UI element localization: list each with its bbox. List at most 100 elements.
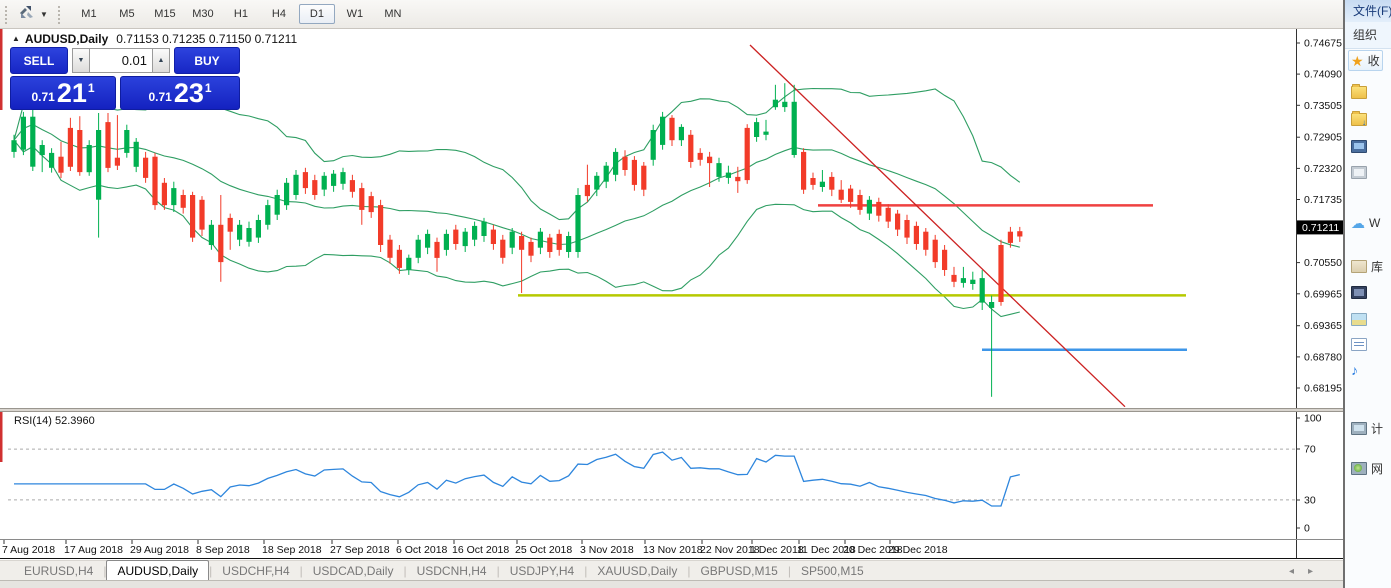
chart-tab-audusd-daily[interactable]: AUDUSD,Daily xyxy=(106,560,209,581)
explorer-file-menu[interactable]: 文件(F) xyxy=(1345,0,1391,22)
chart-tab-usdcnh-h4[interactable]: USDCNH,H4 xyxy=(407,562,497,580)
pictures-icon xyxy=(1351,313,1367,326)
folder-icon xyxy=(1351,86,1367,99)
buy-price-box[interactable]: 0.71 23 1 xyxy=(120,76,240,110)
timeframe-toolbar: M1M5M15M30H1H4D1W1MN xyxy=(70,4,412,24)
timeframe-button-mn[interactable]: MN xyxy=(375,4,411,24)
price-axis-label: 0.71735 xyxy=(1304,194,1342,206)
buy-price-point: 1 xyxy=(205,81,212,95)
chart-symbol-label: AUDUSD,Daily xyxy=(25,32,108,46)
price-axis-label: 0.69965 xyxy=(1304,288,1342,300)
explorer-item-folder-download[interactable] xyxy=(1351,113,1371,126)
date-axis-label: 6 Oct 2018 xyxy=(396,544,448,556)
timeframe-button-m1[interactable]: M1 xyxy=(71,4,107,24)
buy-price-prefix: 0.71 xyxy=(148,90,171,104)
tab-scroll-right-icon[interactable]: ▸ xyxy=(1308,566,1327,577)
explorer-item-document[interactable] xyxy=(1351,338,1371,351)
price-axis-label: 0.74090 xyxy=(1304,69,1342,81)
explorer-item-network[interactable]: 网 xyxy=(1351,460,1383,477)
chart-title: ▲AUDUSD,Daily0.71153 0.71235 0.71150 0.7… xyxy=(12,32,297,46)
timeframe-button-h1[interactable]: H1 xyxy=(223,4,259,24)
buy-button[interactable]: BUY xyxy=(174,47,240,74)
price-axis-label: 0.68195 xyxy=(1304,383,1342,395)
explorer-item-label: 网 xyxy=(1371,460,1383,477)
tab-scroll-left-icon[interactable]: ◂ xyxy=(1289,566,1308,577)
date-axis-label: 29 Aug 2018 xyxy=(130,544,189,556)
timeframe-button-h4[interactable]: H4 xyxy=(261,4,297,24)
status-strip xyxy=(0,580,1391,588)
explorer-item-video[interactable] xyxy=(1351,286,1371,299)
chart-arrange-button[interactable]: ▼ xyxy=(11,1,53,28)
mt4-terminal: { "toolbar": { "tool_icon": "chart-arran… xyxy=(0,0,1391,588)
star-icon: ★ xyxy=(1351,54,1364,68)
sell-price-box[interactable]: 0.71 21 1 xyxy=(10,76,116,110)
rsi-value: 52.3960 xyxy=(55,415,95,427)
rsi-axis-label: 70 xyxy=(1304,444,1316,456)
explorer-item-cloud[interactable]: ☁W xyxy=(1351,216,1380,230)
chart-tab-gbpusd-m15[interactable]: GBPUSD,M15 xyxy=(690,562,787,580)
rsi-axis-label: 100 xyxy=(1304,413,1322,425)
explorer-item-music[interactable]: ♪ xyxy=(1351,363,1362,377)
chart-tab-usdjpy-h4[interactable]: USDJPY,H4 xyxy=(500,562,584,580)
chart-tab-bar: EURUSD,H4|AUDUSD,Daily|USDCHF,H4|USDCAD,… xyxy=(0,560,1391,581)
price-axis-label: 0.72320 xyxy=(1304,163,1342,175)
price-axis-label: 0.69365 xyxy=(1304,320,1342,332)
timeframe-button-d1[interactable]: D1 xyxy=(299,4,335,24)
timeframe-button-m30[interactable]: M30 xyxy=(185,4,221,24)
explorer-item-recent-places[interactable] xyxy=(1351,166,1371,179)
candles-layer xyxy=(11,83,1022,397)
volume-decrease-button[interactable]: ▼ xyxy=(72,48,90,73)
collapse-icon[interactable]: ▲ xyxy=(12,34,20,43)
library-icon xyxy=(1351,260,1367,273)
explorer-item-desktop[interactable] xyxy=(1351,140,1371,153)
chart-tab-eurusd-h4[interactable]: EURUSD,H4 xyxy=(14,562,103,580)
sell-button[interactable]: SELL xyxy=(10,47,68,74)
volume-increase-button[interactable]: ▲ xyxy=(152,48,170,73)
explorer-window-edge: 文件(F) 组织 ★收 ☁W 库 ♪ 计网 xyxy=(1343,0,1391,588)
rsi-line xyxy=(14,452,1020,506)
date-axis-label: 17 Aug 2018 xyxy=(64,544,123,556)
price-axis-label: 0.70550 xyxy=(1304,257,1342,269)
explorer-item-label: 库 xyxy=(1371,258,1383,275)
explorer-item-library[interactable]: 库 xyxy=(1351,258,1383,275)
date-axis-label: 7 Aug 2018 xyxy=(2,544,55,556)
rsi-axis-label: 0 xyxy=(1304,523,1310,535)
date-axis-label: 16 Oct 2018 xyxy=(452,544,509,556)
explorer-item-pictures[interactable] xyxy=(1351,313,1371,326)
volume-input[interactable] xyxy=(90,48,152,73)
date-axis-label: 1 Dec 2018 xyxy=(750,544,804,556)
explorer-item-folder[interactable] xyxy=(1351,86,1371,99)
chevron-down-icon[interactable]: ▼ xyxy=(40,10,48,19)
date-axis-label: 3 Nov 2018 xyxy=(580,544,634,556)
rsi-name: RSI(14) xyxy=(14,415,52,427)
rsi-indicator-label: RSI(14) 52.3960 xyxy=(14,415,95,427)
toolbar-grip[interactable] xyxy=(56,4,61,24)
chart-tab-usdcad-daily[interactable]: USDCAD,Daily xyxy=(303,562,404,580)
cloud-icon: ☁ xyxy=(1351,216,1365,230)
date-axis-label: 29 Dec 2018 xyxy=(888,544,948,556)
rsi-axis-label: 30 xyxy=(1304,495,1316,507)
toolbar-grip[interactable] xyxy=(3,4,8,24)
timeframe-button-m5[interactable]: M5 xyxy=(109,4,145,24)
explorer-organize-button[interactable]: 组织 xyxy=(1345,22,1391,49)
descending-trendline[interactable] xyxy=(750,45,1125,407)
timeframe-button-m15[interactable]: M15 xyxy=(147,4,183,24)
chart-tab-sp500-m15[interactable]: SP500,M15 xyxy=(791,562,874,580)
chart-tab-xauusd-daily[interactable]: XAUUSD,Daily xyxy=(587,562,687,580)
timeframe-button-w1[interactable]: W1 xyxy=(337,4,373,24)
tab-scroll-arrows[interactable]: ◂▸ xyxy=(1289,566,1327,577)
chart-tab-usdchf-h4[interactable]: USDCHF,H4 xyxy=(212,562,299,580)
date-axis-label: 8 Sep 2018 xyxy=(196,544,250,556)
computer-icon xyxy=(1351,422,1367,435)
date-axis-label: 27 Sep 2018 xyxy=(330,544,390,556)
price-axis-label: 0.68780 xyxy=(1304,351,1342,363)
price-axis-label: 0.73505 xyxy=(1304,100,1342,112)
explorer-item-computer[interactable]: 计 xyxy=(1351,420,1383,437)
sell-price-prefix: 0.71 xyxy=(31,90,54,104)
recent-places-icon xyxy=(1351,166,1367,179)
sell-price-pips: 21 xyxy=(57,80,87,107)
left-edge-marker-rsi xyxy=(0,408,3,462)
desktop-icon xyxy=(1351,140,1367,153)
explorer-item-star[interactable]: ★收 xyxy=(1348,50,1383,71)
folder-download-icon xyxy=(1351,113,1367,126)
